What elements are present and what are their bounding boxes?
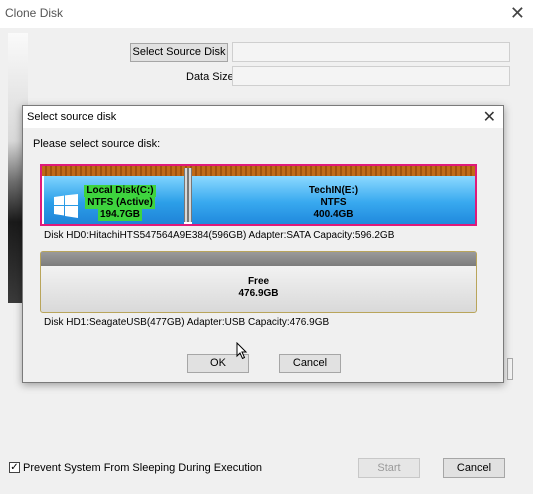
partition-c-label: Local Disk(C:) NTFS (Active) 194.7GB (80, 185, 160, 221)
partition-c[interactable]: Local Disk(C:) NTFS (Active) 194.7GB (44, 176, 184, 224)
dialog-prompt: Please select source disk: (33, 138, 161, 150)
disk-stripe (42, 166, 475, 176)
select-source-disk-button[interactable]: Select Source Disk (130, 43, 228, 62)
data-size-label: Data Size: (186, 71, 237, 83)
cancel-button[interactable]: Cancel (443, 458, 505, 478)
dialog-cancel-button[interactable]: Cancel (279, 354, 341, 373)
free-space-label: Free 476.9GB (41, 276, 476, 300)
start-button[interactable]: Start (358, 458, 420, 478)
window-title-bar: Clone Disk ✕ (0, 0, 533, 28)
select-source-disk-dialog: Select source disk ✕ Please select sourc… (22, 105, 504, 383)
partition-c-name: Local Disk(C:) (84, 185, 156, 197)
disk-hd1-header (41, 252, 476, 266)
disk-hd0-info: Disk HD0:HitachiHTS547564A9E384(596GB) A… (44, 230, 395, 241)
free-space-name: Free (247, 276, 270, 287)
partition-c-fs: NTFS (Active) (85, 197, 155, 209)
dialog-close-icon[interactable]: ✕ (483, 107, 496, 127)
mouse-cursor-icon (236, 342, 248, 360)
window-title: Clone Disk (5, 6, 64, 20)
partition-c-size: 194.7GB (97, 209, 143, 221)
free-space-size: 476.9GB (238, 288, 279, 299)
partition-e-fs: NTFS (320, 197, 347, 208)
dialog-title-bar: Select source disk ✕ (23, 106, 503, 128)
disk-hd1-info: Disk HD1:SeagateUSB(477GB) Adapter:USB C… (44, 317, 330, 328)
disk-hd1[interactable]: Free 476.9GB (40, 251, 477, 313)
dialog-title: Select source disk (27, 111, 117, 123)
source-disk-field (232, 42, 510, 62)
partition-e-name: TechIN(E:) (308, 185, 359, 196)
partition-e-label: TechIN(E:) NTFS 400.4GB (192, 185, 475, 221)
close-icon[interactable]: ✕ (510, 3, 525, 24)
data-size-field (232, 66, 510, 86)
partition-e-size: 400.4GB (313, 209, 354, 220)
prevent-sleep-label: Prevent System From Sleeping During Exec… (23, 462, 263, 474)
prevent-sleep-checkbox[interactable]: ✓ (9, 462, 20, 473)
windows-logo-icon (54, 194, 78, 218)
disk-hd0[interactable]: Local Disk(C:) NTFS (Active) 194.7GB Tec… (40, 164, 477, 226)
partition-e[interactable]: TechIN(E:) NTFS 400.4GB (192, 176, 475, 224)
background-control (507, 358, 513, 380)
